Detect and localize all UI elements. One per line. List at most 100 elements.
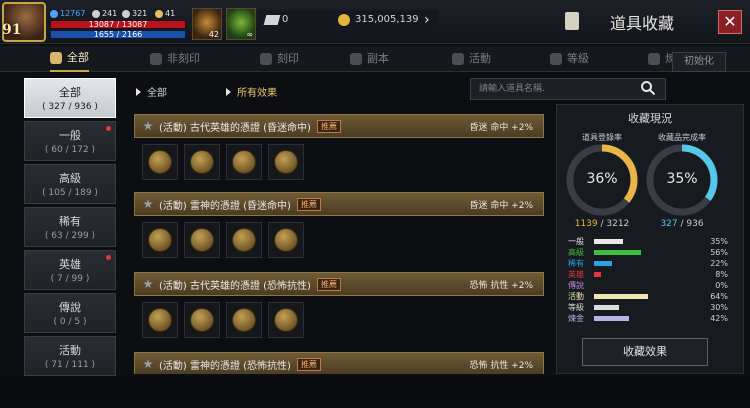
collection-header[interactable]: (活動) 雷神的憑證 (昏迷命中) 推薦 昏迷 命中 +2% bbox=[134, 192, 544, 216]
grade-rate-bar bbox=[594, 315, 629, 321]
trophy-icon bbox=[155, 9, 163, 18]
filter-effect-dropdown[interactable]: 所有效果 bbox=[226, 84, 277, 99]
category-advanced[interactable]: 高級 ( 105 / 189 ) bbox=[24, 164, 116, 204]
grade-rate-value: 22% bbox=[710, 258, 728, 268]
coin-icon bbox=[274, 150, 298, 174]
item-slot[interactable] bbox=[184, 302, 220, 338]
item-slot[interactable] bbox=[226, 302, 262, 338]
grade-rate-row: 煉金 42% bbox=[568, 313, 728, 323]
mp-text: 1655 / 2166 bbox=[93, 30, 143, 39]
collection-header[interactable]: (活動) 古代英雄的憑證 (昏迷命中) 推薦 昏迷 命中 +2% bbox=[134, 114, 544, 138]
bottom-bar bbox=[0, 376, 750, 408]
grade-rate-bar bbox=[594, 271, 601, 277]
category-rare[interactable]: 稀有 ( 63 / 299 ) bbox=[24, 207, 116, 247]
grade-name: 傳說 bbox=[568, 280, 584, 290]
favorite-star-icon[interactable] bbox=[143, 121, 153, 131]
recommended-badge: 推薦 bbox=[316, 277, 341, 291]
item-slot[interactable] bbox=[184, 144, 220, 180]
grade-rate-bar bbox=[594, 293, 648, 299]
favorite-star-icon[interactable] bbox=[143, 199, 153, 209]
grade-name: 等級 bbox=[568, 302, 584, 312]
collection-effect: 恐怖 抗性 +2% bbox=[469, 280, 533, 291]
item-slot[interactable] bbox=[142, 222, 178, 258]
tab-level[interactable]: 等級 bbox=[550, 46, 589, 72]
item-slot[interactable] bbox=[268, 302, 304, 338]
favorite-star-icon[interactable] bbox=[143, 279, 153, 289]
grade-rate-bar bbox=[594, 304, 619, 310]
currency-arrow-icon[interactable]: › bbox=[424, 12, 430, 28]
coin-icon bbox=[232, 150, 256, 174]
gem-count: 0 bbox=[282, 14, 289, 25]
completion-rate-value: 35% bbox=[666, 171, 698, 187]
recommended-badge: 推薦 bbox=[296, 357, 321, 371]
coin-icon bbox=[274, 308, 298, 332]
coin-icon bbox=[274, 228, 298, 252]
buff-slot[interactable]: ∞ bbox=[226, 8, 256, 40]
tab-engraved[interactable]: 刻印 bbox=[260, 46, 299, 72]
grade-rate-value: 30% bbox=[710, 302, 728, 312]
potion-count: 42 bbox=[208, 30, 219, 39]
item-slot[interactable] bbox=[142, 144, 178, 180]
item-slots bbox=[142, 222, 304, 258]
grade-rate-value: 35% bbox=[710, 236, 728, 246]
category-legend[interactable]: 傳說 ( 0 / 5 ) bbox=[24, 293, 116, 333]
hp-text: 13087 / 13087 bbox=[88, 20, 148, 29]
alchemy-icon bbox=[648, 53, 660, 65]
tab-non-engraved[interactable]: 非刻印 bbox=[150, 46, 200, 72]
grade-name: 煉金 bbox=[568, 313, 584, 323]
grade-rate-row: 一般 35% bbox=[568, 236, 728, 246]
category-normal[interactable]: 一般 ( 60 / 172 ) bbox=[24, 121, 116, 161]
collection-header[interactable]: (活動) 古代英雄的憑證 (恐怖抗性) 推薦 恐怖 抗性 +2% bbox=[134, 272, 544, 296]
grade-name: 英雄 bbox=[568, 269, 584, 279]
collection-list[interactable]: (活動) 古代英雄的憑證 (昏迷命中) 推薦 昏迷 命中 +2% (活動) 雷神… bbox=[122, 108, 552, 374]
collection-effect: 恐怖 抗性 +2% bbox=[469, 360, 533, 371]
category-all[interactable]: 全部 ( 327 / 936 ) bbox=[24, 78, 116, 118]
item-slot[interactable] bbox=[226, 144, 262, 180]
tab-dungeon[interactable]: 副本 bbox=[350, 46, 389, 72]
gift-icon bbox=[452, 53, 464, 65]
mp-bar: 1655 / 2166 bbox=[50, 30, 186, 39]
grade-rate-value: 56% bbox=[710, 247, 728, 257]
item-slot[interactable] bbox=[226, 222, 262, 258]
level-icon bbox=[550, 53, 562, 65]
book-icon bbox=[565, 12, 579, 30]
recommended-badge: 推薦 bbox=[296, 197, 321, 211]
search-icon[interactable] bbox=[640, 80, 656, 96]
attack-stat: 241 bbox=[92, 9, 117, 18]
tab-all[interactable]: 全部 bbox=[50, 46, 89, 72]
gem-icon bbox=[263, 15, 281, 25]
defense-icon bbox=[122, 9, 130, 18]
power-stat: 12767 bbox=[50, 9, 85, 18]
grade-rate-bar bbox=[594, 249, 641, 255]
coin-icon bbox=[232, 308, 256, 332]
play-arrow-icon bbox=[226, 87, 231, 96]
grade-name: 活動 bbox=[568, 291, 584, 301]
category-event[interactable]: 活動 ( 71 / 111 ) bbox=[24, 336, 116, 376]
coin-icon bbox=[190, 228, 214, 252]
grade-rate-row: 傳說 0% bbox=[568, 280, 728, 290]
item-slots bbox=[142, 144, 304, 180]
item-slot[interactable] bbox=[268, 222, 304, 258]
grade-rate-bar bbox=[594, 260, 612, 266]
close-button[interactable]: ✕ bbox=[718, 10, 742, 34]
tab-event[interactable]: 活動 bbox=[452, 46, 491, 72]
collection-effect: 昏迷 命中 +2% bbox=[469, 200, 533, 211]
reset-button[interactable]: 初始化 bbox=[672, 52, 726, 72]
coin-icon bbox=[190, 150, 214, 174]
filter-grade-dropdown[interactable]: 全部 bbox=[136, 84, 167, 99]
gold-count: 315,005,139 bbox=[355, 14, 419, 25]
potion-slot[interactable]: 42 bbox=[192, 8, 222, 40]
collection-effect-button[interactable]: 收藏效果 bbox=[582, 338, 708, 366]
notification-dot bbox=[106, 126, 111, 131]
category-hero[interactable]: 英雄 ( 7 / 99 ) bbox=[24, 250, 116, 290]
item-slot[interactable] bbox=[184, 222, 220, 258]
item-slot[interactable] bbox=[268, 144, 304, 180]
favorite-star-icon[interactable] bbox=[143, 359, 153, 369]
recommended-badge: 推薦 bbox=[316, 119, 341, 133]
collection-header[interactable]: (活動) 雷神的憑證 (恐怖抗性) 推薦 恐怖 抗性 +2% bbox=[134, 352, 544, 374]
item-slot[interactable] bbox=[142, 302, 178, 338]
registration-rate-value: 36% bbox=[586, 171, 618, 187]
search-input[interactable]: 請輸入道具名稱. bbox=[470, 78, 666, 100]
attack-icon bbox=[92, 9, 100, 18]
gold-icon bbox=[338, 14, 350, 26]
